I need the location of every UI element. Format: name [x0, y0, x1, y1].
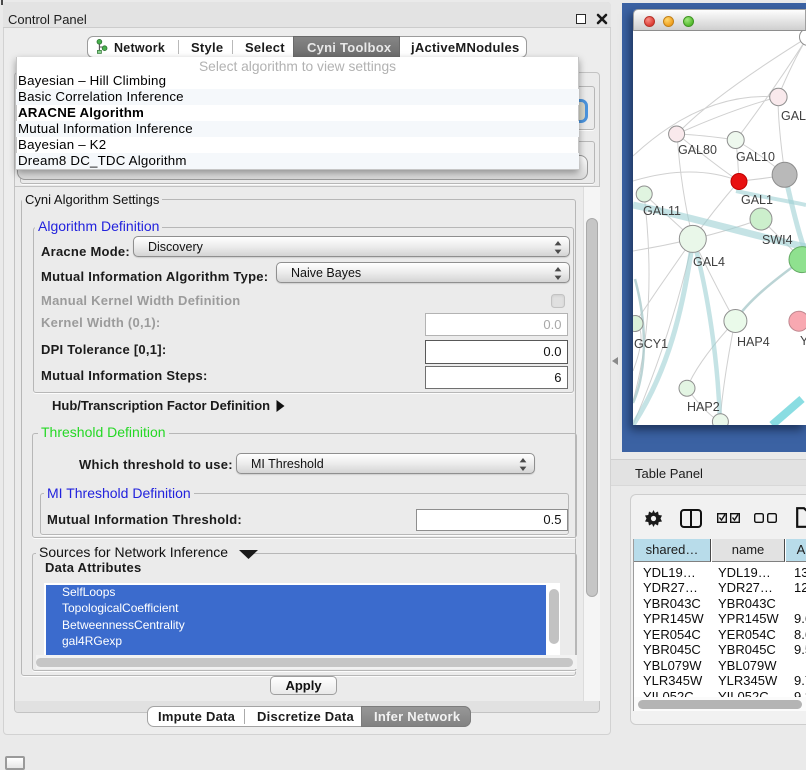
svg-text:HAP2: HAP2	[687, 400, 720, 414]
svg-text:GAL2: GAL2	[781, 109, 806, 123]
svg-text:Y: Y	[800, 334, 806, 348]
svg-text:SWI4: SWI4	[762, 233, 793, 247]
svg-text:GAL4: GAL4	[693, 255, 725, 269]
svg-text:GCY1: GCY1	[634, 337, 668, 351]
svg-text:HAP4: HAP4	[737, 335, 770, 349]
svg-text:GAL1: GAL1	[741, 193, 773, 207]
svg-text:GAL10: GAL10	[736, 150, 775, 164]
svg-text:GAL11: GAL11	[643, 204, 681, 218]
svg-text:GAL80: GAL80	[678, 143, 717, 157]
